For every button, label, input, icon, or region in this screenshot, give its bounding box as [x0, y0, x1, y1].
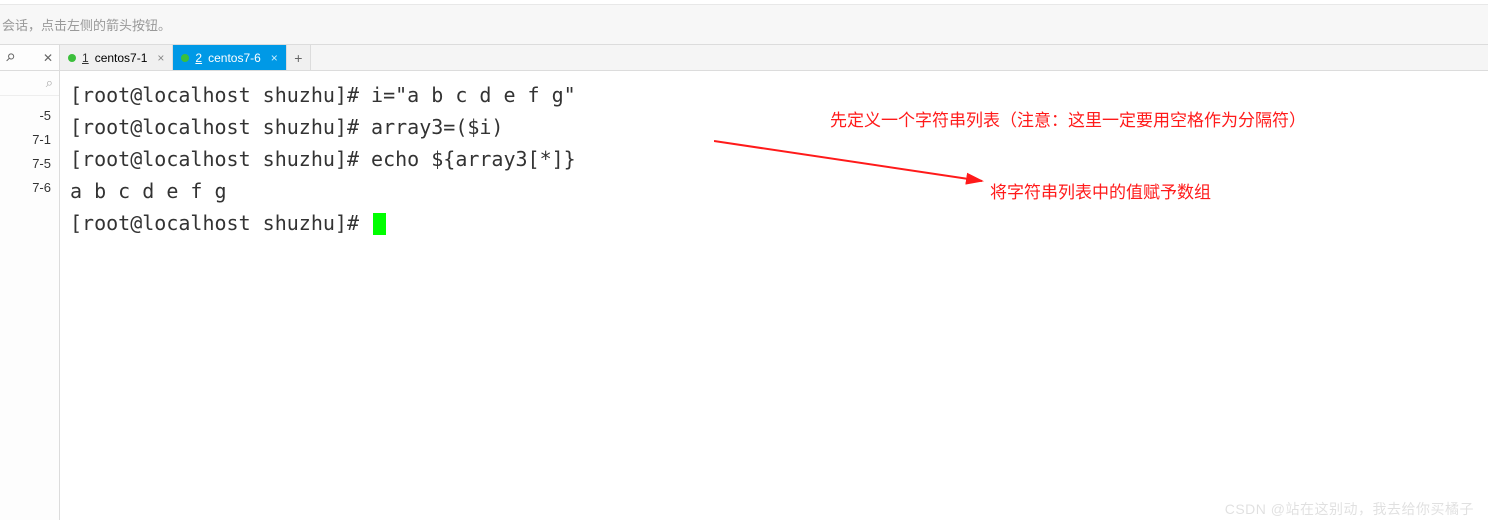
layout: ⚲ ✕ ⌕ -5 7-1 7-5 7-6 1 centos7-1 × 2 cen… — [0, 45, 1488, 520]
tab-label: centos7-1 — [95, 51, 148, 65]
sidebar-item[interactable]: -5 — [0, 104, 59, 128]
hint-bar: 会话，点击左侧的箭头按钮。 — [0, 5, 1488, 45]
watermark: CSDN @站在这别动，我去给你买橘子 — [1225, 499, 1474, 519]
tab-label: centos7-6 — [208, 51, 261, 65]
annotation-assign-array: 将字符串列表中的值赋予数组 — [990, 179, 1211, 206]
terminal-line-prompt: [root@localhost shuzhu]# — [70, 207, 1478, 239]
terminal[interactable]: [root@localhost shuzhu]# i="a b c d e f … — [60, 71, 1488, 520]
search-icon: ⌕ — [46, 75, 53, 90]
tab-close-icon[interactable]: × — [271, 51, 278, 65]
tab-number: 2 — [195, 51, 202, 65]
status-dot-icon — [181, 54, 189, 62]
tab-centos7-6[interactable]: 2 centos7-6 × — [173, 45, 286, 70]
main-area: 1 centos7-1 × 2 centos7-6 × + [root@loca… — [60, 45, 1488, 520]
tab-centos7-1[interactable]: 1 centos7-1 × — [60, 45, 173, 70]
left-sidebar: ⚲ ✕ ⌕ -5 7-1 7-5 7-6 — [0, 45, 60, 520]
sidebar-item[interactable]: 7-6 — [0, 176, 59, 200]
close-icon[interactable]: ✕ — [43, 51, 53, 65]
terminal-line: a b c d e f g — [70, 175, 1478, 207]
tab-bar: 1 centos7-1 × 2 centos7-6 × + — [60, 45, 1488, 71]
sidebar-item[interactable]: 7-1 — [0, 128, 59, 152]
sidebar-top-icons: ⚲ ✕ — [0, 45, 59, 71]
status-dot-icon — [68, 54, 76, 62]
tab-add-button[interactable]: + — [287, 45, 311, 70]
tab-close-icon[interactable]: × — [157, 51, 164, 65]
cursor-icon — [373, 213, 386, 235]
sidebar-search[interactable]: ⌕ — [0, 71, 59, 96]
terminal-line: [root@localhost shuzhu]# echo ${array3[*… — [70, 143, 1478, 175]
sidebar-list: -5 7-1 7-5 7-6 — [0, 96, 59, 200]
pin-icon[interactable]: ⚲ — [3, 50, 18, 65]
tab-number: 1 — [82, 51, 89, 65]
annotation-define-list: 先定义一个字符串列表（注意：这里一定要用空格作为分隔符） — [830, 107, 1306, 134]
sidebar-item[interactable]: 7-5 — [0, 152, 59, 176]
